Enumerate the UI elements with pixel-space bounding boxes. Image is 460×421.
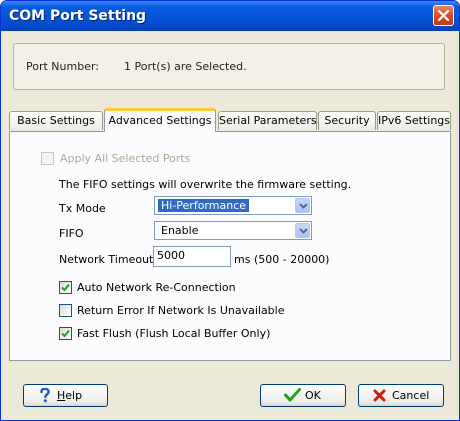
help-label-rest: elp	[65, 389, 83, 402]
chevron-down-icon	[299, 203, 308, 209]
tab-advanced-settings[interactable]: Advanced Settings	[104, 108, 216, 132]
port-number-value: 1 Port(s) are Selected.	[124, 60, 247, 73]
fifo-select[interactable]: Enable	[154, 221, 312, 240]
apply-all-label: Apply All Selected Ports	[60, 152, 191, 165]
return-error-label: Return Error If Network Is Unavailable	[77, 304, 285, 317]
fifo-dropdown-button[interactable]	[295, 223, 310, 238]
tab-serial-parameters[interactable]: Serial Parameters	[218, 111, 317, 130]
fifo-label: FIFO	[59, 227, 84, 240]
network-timeout-input[interactable]: 5000	[153, 246, 231, 267]
window-title: COM Port Setting	[9, 8, 147, 24]
network-timeout-hint: ms (500 - 20000)	[234, 253, 330, 266]
port-number-label: Port Number:	[26, 60, 100, 73]
tx-mode-value: Hi-Performance	[158, 199, 250, 212]
tx-mode-dropdown-button[interactable]	[295, 198, 310, 213]
ok-label: OK	[305, 389, 321, 402]
com-port-setting-dialog: COM Port Setting Port Number: 1 Port(s) …	[0, 0, 460, 421]
auto-reconnect-checkbox[interactable]	[59, 281, 72, 294]
tx-mode-select[interactable]: Hi-Performance	[154, 196, 312, 215]
ok-button[interactable]: OK	[260, 384, 346, 407]
help-button[interactable]: Help	[23, 384, 108, 407]
return-error-checkbox[interactable]	[59, 304, 72, 317]
fast-flush-label: Fast Flush (Flush Local Buffer Only)	[77, 327, 271, 340]
fast-flush-checkbox[interactable]	[59, 327, 72, 340]
tab-strip: Basic Settings Advanced Settings Serial …	[9, 108, 451, 132]
help-label: Help	[57, 389, 82, 402]
auto-reconnect-label: Auto Network Re-Connection	[77, 281, 236, 294]
title-bar[interactable]: COM Port Setting	[1, 1, 459, 31]
tab-security[interactable]: Security	[318, 111, 376, 130]
advanced-settings-panel: Apply All Selected Ports The FIFO settin…	[9, 131, 451, 361]
fifo-note: The FIFO settings will overwrite the fir…	[59, 178, 352, 191]
close-button[interactable]	[433, 5, 454, 26]
cancel-button[interactable]: Cancel	[358, 384, 444, 407]
cancel-x-icon	[373, 389, 386, 402]
checkmark-icon	[61, 329, 70, 338]
port-number-group: Port Number: 1 Port(s) are Selected.	[13, 43, 445, 90]
checkmark-icon	[61, 283, 70, 292]
chevron-down-icon	[299, 228, 308, 234]
tab-basic-settings[interactable]: Basic Settings	[9, 111, 103, 130]
apply-all-checkbox[interactable]	[41, 152, 54, 165]
tab-ipv6-settings[interactable]: IPv6 Settings	[377, 111, 451, 130]
checkmark-icon	[284, 388, 301, 402]
fifo-value: Enable	[161, 224, 199, 237]
network-timeout-label: Network Timeout	[59, 253, 154, 266]
cancel-label: Cancel	[392, 389, 430, 402]
tx-mode-label: Tx Mode	[59, 202, 106, 215]
help-icon	[40, 388, 50, 403]
close-icon	[438, 10, 449, 21]
